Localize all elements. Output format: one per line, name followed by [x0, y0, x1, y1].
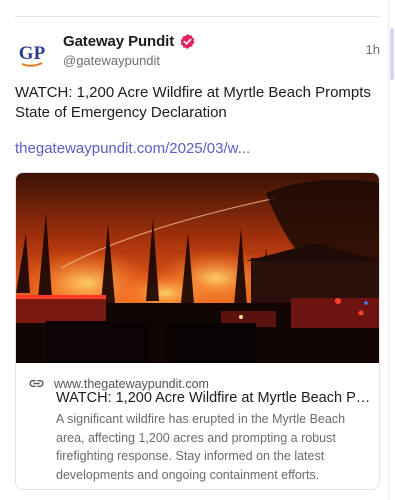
post-text: WATCH: 1,200 Acre Wildfire at Myrtle Bea… — [15, 84, 371, 121]
post-header: GP Gateway Pundit @gatewaypundit 1h — [15, 30, 380, 72]
card-title[interactable]: WATCH: 1,200 Acre Wildfire at Myrtle Bea… — [56, 390, 374, 406]
author-handle[interactable]: @gatewaypundit — [63, 53, 196, 68]
wildfire-image — [16, 173, 379, 363]
scrollbar-thumb[interactable] — [390, 28, 394, 80]
post: GP Gateway Pundit @gatewaypundit 1h WATC… — [15, 30, 380, 490]
link-icon — [29, 379, 44, 388]
card-domain: www.thegatewaypundit.com — [54, 376, 209, 391]
top-divider — [15, 16, 380, 17]
avatar[interactable]: GP — [15, 36, 49, 70]
link-preview-card[interactable]: www.thegatewaypundit.com WATCH: 1,200 Ac… — [15, 172, 380, 490]
author-name[interactable]: Gateway Pundit — [63, 33, 174, 50]
post-link[interactable]: thegatewaypundit.com/2025/03/w... — [15, 140, 250, 157]
post-timestamp[interactable]: 1h — [366, 42, 380, 57]
author-block: Gateway Pundit @gatewaypundit — [63, 33, 196, 68]
verified-badge-icon — [180, 34, 195, 49]
card-description: A significant wildfire has erupted in th… — [56, 412, 346, 482]
avatar-text: GP — [19, 43, 46, 64]
